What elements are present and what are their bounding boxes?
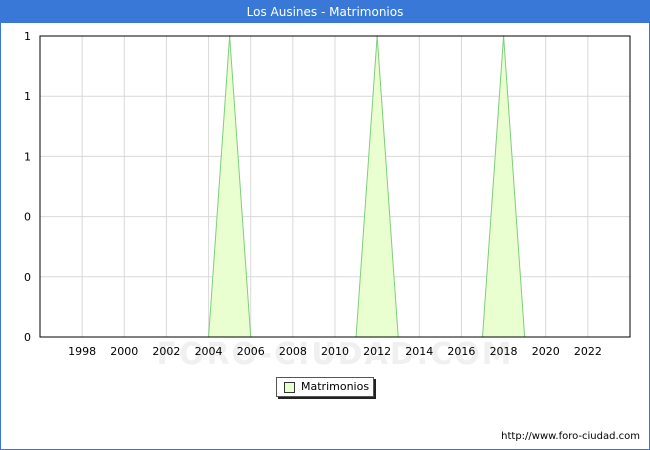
legend: Matrimonios xyxy=(276,377,374,397)
source-url: http://www.foro-ciudad.com xyxy=(501,431,640,442)
x-tick-label: 2004 xyxy=(195,345,223,358)
legend-swatch xyxy=(284,382,295,393)
x-tick-label: 2016 xyxy=(447,345,475,358)
x-tick-label: 2020 xyxy=(532,345,560,358)
x-tick-label: 2022 xyxy=(574,345,602,358)
y-tick-label: 0 xyxy=(24,211,31,224)
x-tick-label: 2002 xyxy=(152,345,180,358)
y-tick-label: 1 xyxy=(24,90,31,103)
legend-label: Matrimonios xyxy=(301,380,370,393)
x-tick-label: 1998 xyxy=(68,345,96,358)
y-tick-label: 0 xyxy=(24,331,31,344)
x-tick-label: 2018 xyxy=(490,345,518,358)
x-tick-label: 2000 xyxy=(110,345,138,358)
x-tick-label: 2006 xyxy=(237,345,265,358)
x-tick-label: 2010 xyxy=(321,345,349,358)
y-tick-label: 0 xyxy=(24,271,31,284)
x-tick-label: 2008 xyxy=(279,345,307,358)
y-tick-label: 1 xyxy=(24,30,31,43)
x-tick-label: 2012 xyxy=(363,345,391,358)
x-tick-label: 2014 xyxy=(405,345,433,358)
y-tick-label: 1 xyxy=(24,150,31,163)
